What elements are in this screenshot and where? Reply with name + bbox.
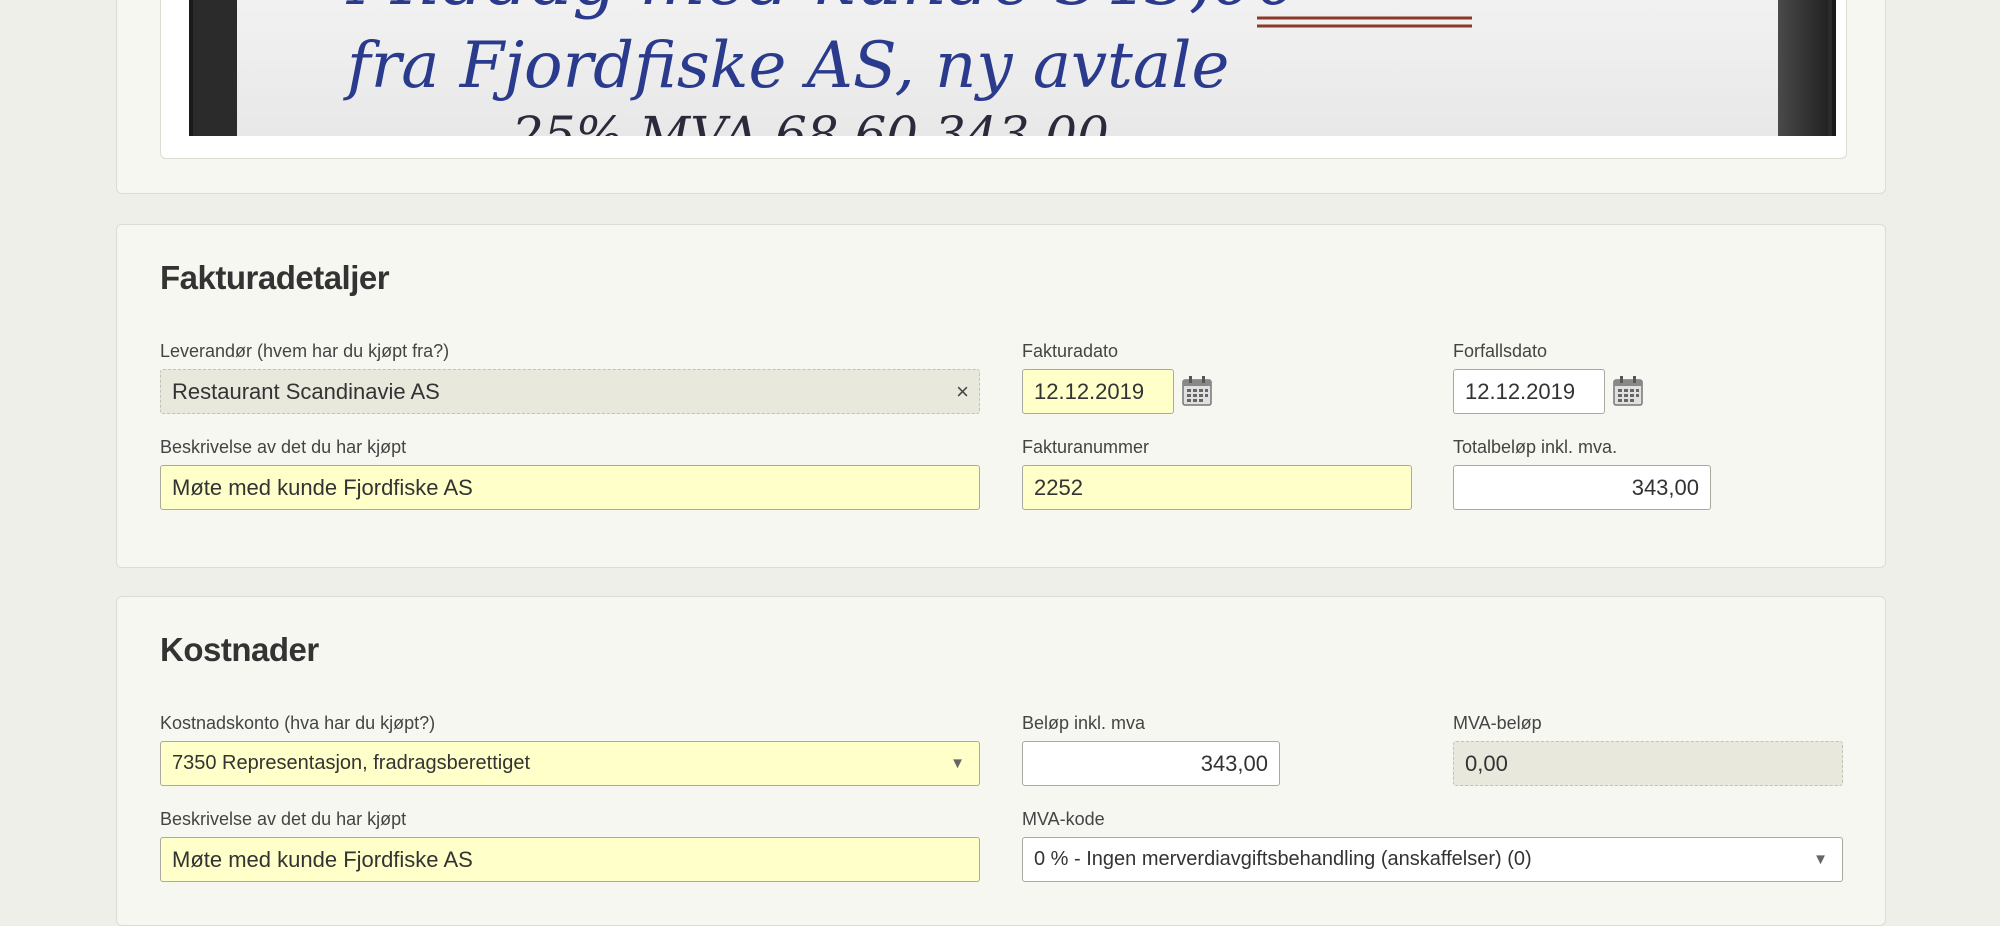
receipt-image-frame: Middag med kunde 343,00 fra Fjordfiske A… — [160, 0, 1847, 159]
chevron-down-icon[interactable]: ▼ — [1813, 838, 1828, 881]
invoice-number-label: Fakturanummer — [1022, 437, 1150, 457]
receipt-image[interactable]: Middag med kunde 343,00 fra Fjordfiske A… — [189, 0, 1836, 158]
cost-description-input[interactable]: Møte med kunde Fjordfiske AS — [160, 837, 980, 882]
account-value: 7350 Representasjon, fradragsberettiget — [172, 752, 531, 774]
vat-amount-label: MVA-beløp — [1453, 713, 1542, 733]
invoice-number-input[interactable]: 2252 — [1022, 465, 1412, 510]
supplier-label: Leverandør (hvem har du kjøpt fra?) — [160, 341, 450, 361]
vat-code-select[interactable]: 0 % - Ingen merverdiavgiftsbehandling (a… — [1022, 837, 1843, 882]
calendar-icon[interactable] — [1181, 375, 1213, 407]
clear-icon[interactable]: × — [956, 370, 969, 413]
account-select[interactable]: 7350 Representasjon, fradragsberettiget … — [160, 741, 980, 786]
invoice-date-input[interactable]: 12.12.2019 — [1022, 369, 1174, 414]
invoice-date-label: Fakturadato — [1022, 341, 1119, 361]
vat-code-value: 0 % - Ingen merverdiavgiftsbehandling (a… — [1034, 848, 1532, 870]
receipt-line-3: 25% MVA 68,60 343,00 — [511, 106, 1109, 136]
supplier-value: Restaurant Scandinavie AS — [172, 379, 440, 404]
total-input[interactable]: 343,00 — [1453, 465, 1711, 510]
receipt-panel: Middag med kunde 343,00 fra Fjordfiske A… — [116, 0, 1886, 194]
receipt-shadow — [1778, 0, 1828, 136]
costs-panel: Kostnader Kostnadskonto (hva har du kjøp… — [116, 596, 1886, 926]
supplier-field[interactable]: Restaurant Scandinavie AS × — [160, 369, 980, 414]
vat-amount-field: 0,00 — [1453, 741, 1843, 786]
description-label: Beskrivelse av det du har kjøpt — [160, 437, 407, 457]
amount-input[interactable]: 343,00 — [1022, 741, 1280, 786]
receipt-line-2: fra Fjordfiske AS, ny avtale — [343, 29, 1229, 103]
description-input[interactable]: Møte med kunde Fjordfiske AS — [160, 465, 980, 510]
cost-description-label: Beskrivelse av det du har kjøpt — [160, 809, 407, 829]
amount-label: Beløp inkl. mva — [1022, 713, 1146, 733]
invoice-details-title: Fakturadetaljer — [160, 259, 390, 296]
due-date-input[interactable]: 12.12.2019 — [1453, 369, 1605, 414]
receipt-handwriting: Middag med kunde 343,00 fra Fjordfiske A… — [343, 0, 1472, 158]
due-date-label: Forfallsdato — [1453, 341, 1548, 361]
account-label: Kostnadskonto (hva har du kjøpt?) — [160, 713, 436, 733]
invoice-details-panel: Fakturadetaljer Leverandør (hvem har du … — [116, 224, 1886, 568]
chevron-down-icon[interactable]: ▼ — [950, 742, 965, 785]
costs-title: Kostnader — [160, 631, 319, 668]
vat-code-label: MVA-kode — [1022, 809, 1105, 829]
calendar-icon[interactable] — [1612, 375, 1644, 407]
total-label: Totalbeløp inkl. mva. — [1453, 437, 1618, 457]
receipt-paper: Middag med kunde 343,00 fra Fjordfiske A… — [237, 0, 1786, 158]
receipt-line-1: Middag med kunde 343,00 — [345, 0, 1300, 21]
